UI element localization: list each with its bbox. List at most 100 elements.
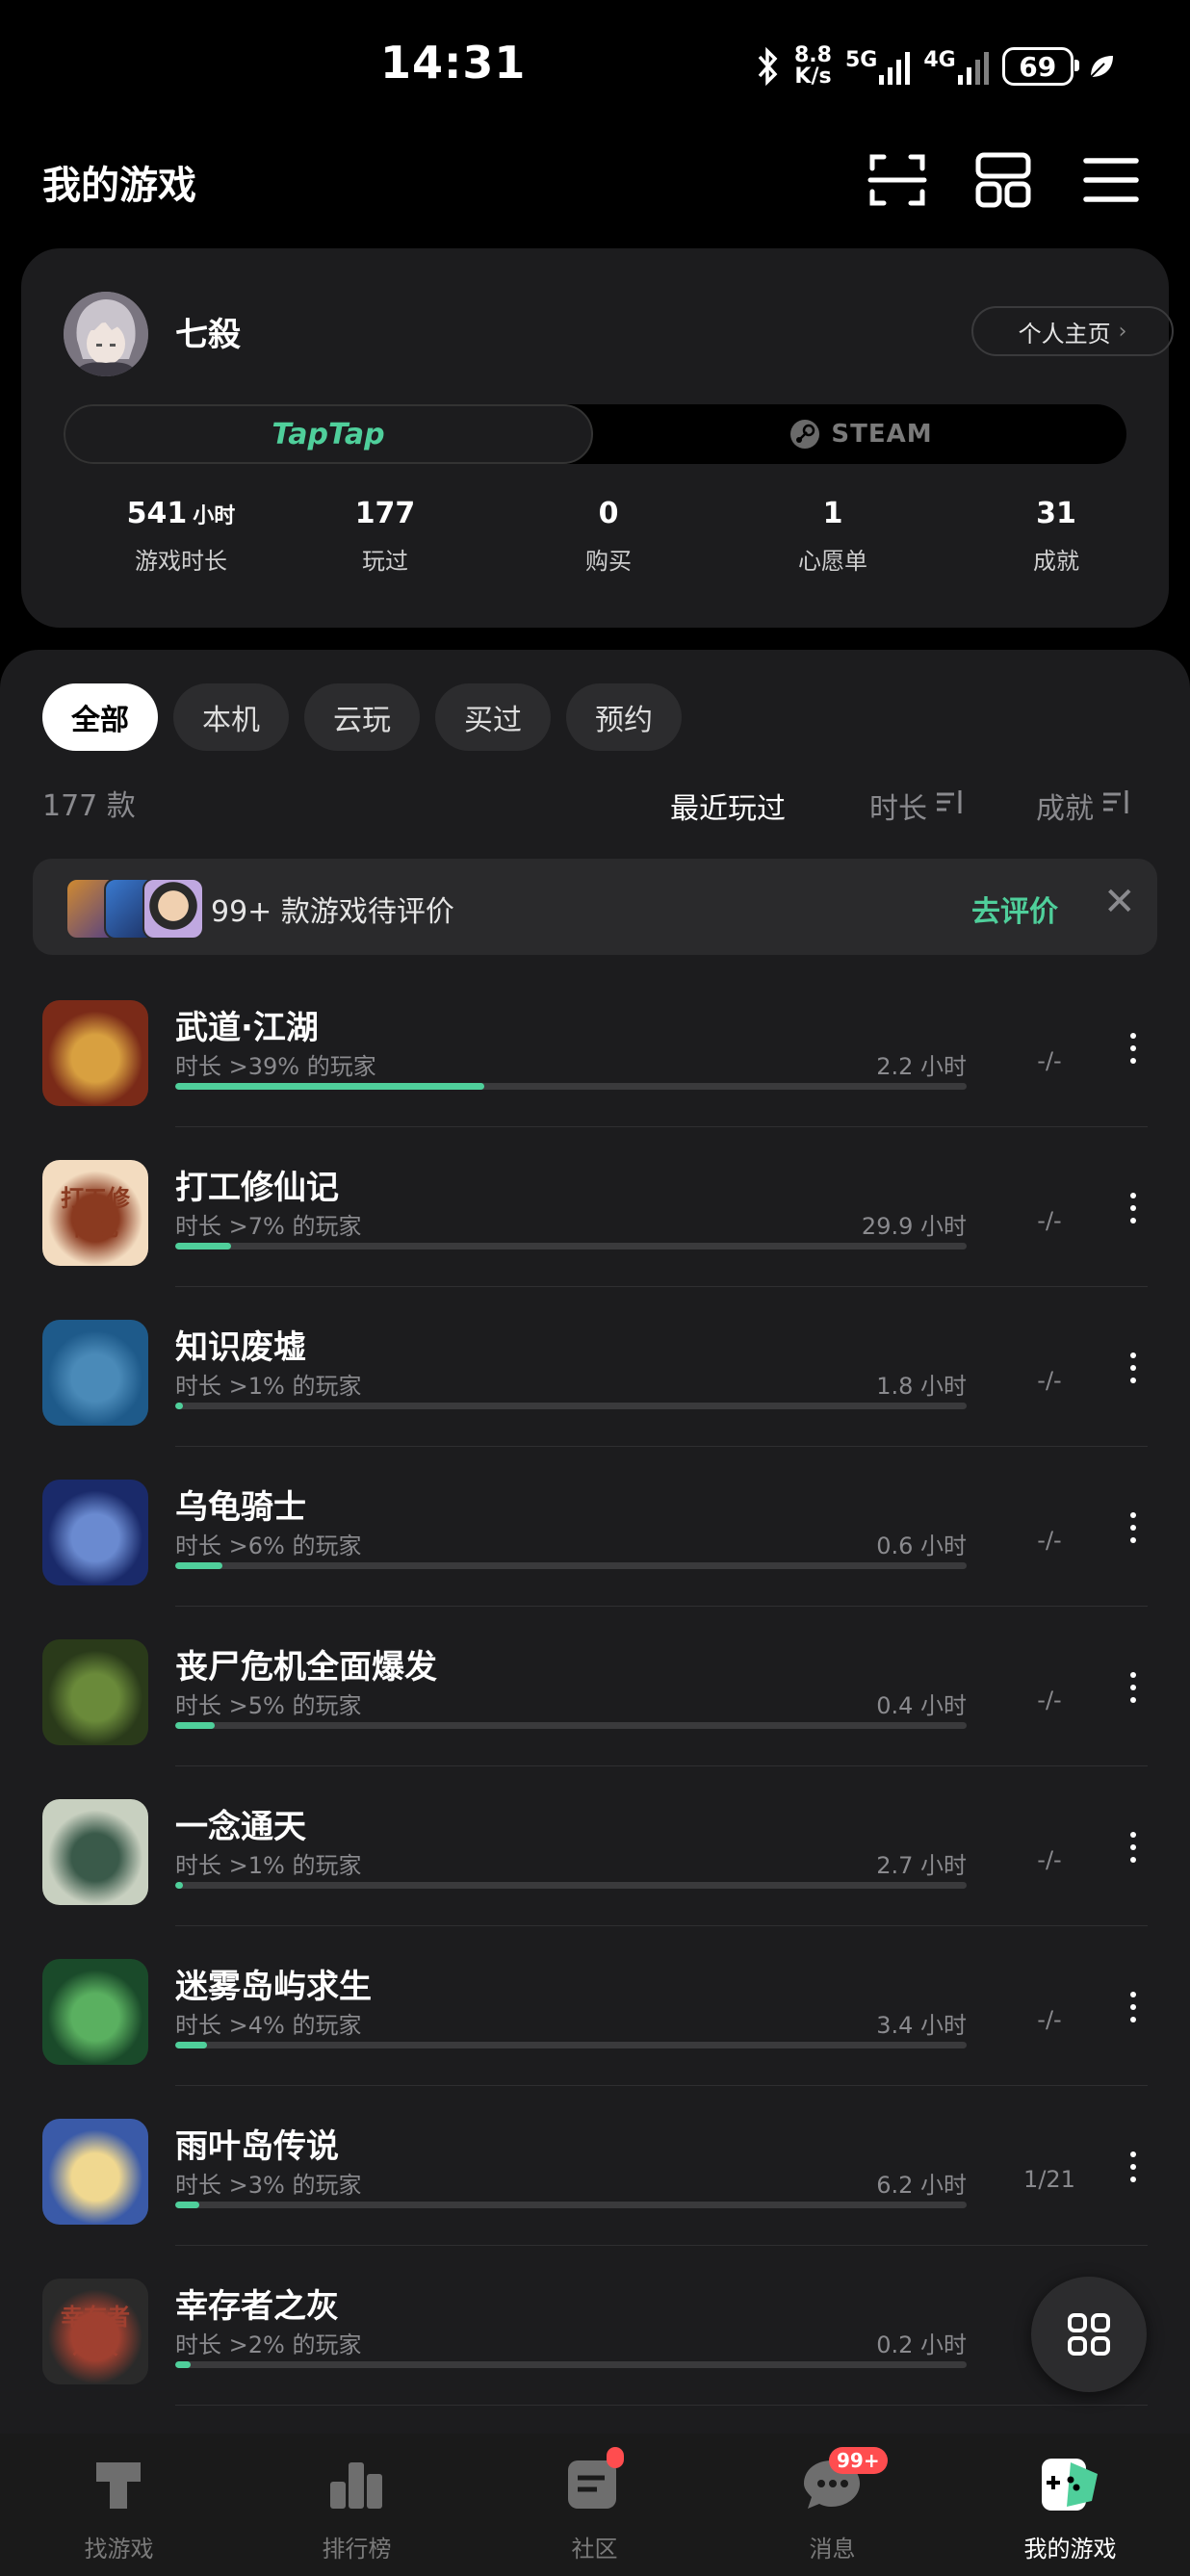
- steam-label: STEAM: [831, 420, 933, 449]
- game-achievements: -/-: [1037, 1207, 1062, 1234]
- nav-discover[interactable]: 找游戏: [0, 2434, 238, 2576]
- stat-purchased[interactable]: 0 购买: [512, 497, 705, 576]
- nav-ranking[interactable]: 排行榜: [238, 2434, 476, 2576]
- bluetooth-icon: [758, 47, 778, 86]
- tap-logo-icon: [96, 2462, 141, 2509]
- grid-layout-icon[interactable]: [972, 149, 1034, 211]
- game-playtime-rank: 时长 >2% 的玩家: [175, 2331, 362, 2358]
- game-achievements: 1/21: [1023, 2166, 1075, 2193]
- game-row[interactable]: 雨叶岛传说 时长 >3% 的玩家 6.2 小时 1/21: [0, 2086, 1190, 2246]
- ranking-icon: [330, 2462, 382, 2509]
- game-playtime-rank: 时长 >5% 的玩家: [175, 1692, 362, 1719]
- review-action-button[interactable]: 去评价: [971, 888, 1058, 930]
- more-options-icon[interactable]: [1126, 1992, 1140, 2030]
- game-icon[interactable]: 幸存者之灰: [42, 2279, 148, 2384]
- sort-recent[interactable]: 最近玩过: [670, 785, 786, 827]
- net-speed-value: 8.8: [794, 43, 832, 67]
- stat-playtime[interactable]: 541 小时 游戏时长: [85, 497, 277, 576]
- playtime-progress-bar: [175, 1083, 967, 1090]
- menu-icon[interactable]: [1080, 149, 1142, 211]
- avatar[interactable]: [64, 292, 148, 376]
- playtime-progress-fill: [175, 1562, 223, 1569]
- more-options-icon[interactable]: [1126, 1033, 1140, 1071]
- playtime-progress-bar: [175, 2042, 967, 2048]
- battery-icon: 69: [1001, 47, 1079, 86]
- bottom-nav: 找游戏 排行榜 社区 99+ 消息 我的游戏: [0, 2434, 1190, 2576]
- steam-icon: [790, 420, 820, 449]
- game-list-panel: 全部 本机 云玩 买过 预约 177 款 最近玩过 时长 成就 99+ 款游戏待…: [0, 650, 1190, 2576]
- sort-playtime[interactable]: 时长: [869, 785, 964, 827]
- game-icon[interactable]: [42, 1000, 148, 1106]
- game-row[interactable]: 乌龟骑士 时长 >6% 的玩家 0.6 小时 -/-: [0, 1447, 1190, 1607]
- review-banner[interactable]: 99+ 款游戏待评价 去评价 ✕: [33, 859, 1157, 955]
- grid-fab-button[interactable]: [1031, 2277, 1147, 2392]
- filter-chip-bought[interactable]: 买过: [435, 683, 551, 751]
- nav-label: 找游戏: [84, 2536, 154, 2563]
- game-hours: 2.2 小时: [876, 1053, 967, 1080]
- game-playtime-rank: 时长 >1% 的玩家: [175, 1852, 362, 1879]
- signal-icon: [957, 48, 989, 85]
- game-name: 武道·江湖: [175, 1009, 319, 1047]
- game-icon[interactable]: [42, 1959, 148, 2065]
- game-icon[interactable]: [42, 1480, 148, 1585]
- game-hours: 0.6 小时: [876, 1533, 967, 1559]
- game-row[interactable]: 打工修仙记 打工修仙记 时长 >7% 的玩家 29.9 小时 -/-: [0, 1127, 1190, 1287]
- game-row[interactable]: 迷雾岛屿求生 时长 >4% 的玩家 3.4 小时 -/-: [0, 1926, 1190, 2086]
- playtime-progress-fill: [175, 1243, 231, 1249]
- game-row[interactable]: 幸存者之灰 幸存者之灰 时长 >2% 的玩家 0.2 小时 -/-: [0, 2246, 1190, 2406]
- stat-played[interactable]: 177 玩过: [289, 497, 481, 576]
- notification-dot: [607, 2447, 624, 2468]
- game-icon[interactable]: [42, 1320, 148, 1426]
- profile-home-button[interactable]: 个人主页 ›: [971, 306, 1174, 356]
- scan-icon[interactable]: [867, 149, 928, 211]
- more-options-icon[interactable]: [1126, 1512, 1140, 1551]
- game-row[interactable]: 武道·江湖 时长 >39% 的玩家 2.2 小时 -/-: [0, 967, 1190, 1127]
- stat-label: 成就: [1033, 548, 1079, 575]
- close-icon[interactable]: ✕: [1103, 880, 1136, 924]
- profile-home-label: 个人主页: [1018, 320, 1111, 348]
- filter-chip-local[interactable]: 本机: [173, 683, 289, 751]
- game-icon[interactable]: [42, 1639, 148, 1745]
- review-text: 99+ 款游戏待评价: [211, 895, 454, 929]
- game-achievements: -/-: [1037, 1846, 1062, 1873]
- tab-steam[interactable]: STEAM: [595, 404, 1126, 464]
- stat-value: 31: [1036, 497, 1076, 530]
- playtime-progress-fill: [175, 2202, 199, 2208]
- stat-achievements[interactable]: 31 成就: [960, 497, 1152, 576]
- tab-taptap[interactable]: TapTap: [64, 404, 593, 464]
- game-icon[interactable]: [42, 1799, 148, 1905]
- game-icon[interactable]: 打工修仙记: [42, 1160, 148, 1266]
- platform-toggle: TapTap STEAM: [64, 404, 1126, 464]
- net-speed-unit: K/s: [794, 64, 832, 89]
- game-row[interactable]: 一念通天 时长 >1% 的玩家 2.7 小时 -/-: [0, 1766, 1190, 1926]
- stat-label: 购买: [585, 548, 632, 575]
- nav-community[interactable]: 社区: [476, 2434, 713, 2576]
- row-divider: [175, 2405, 1148, 2406]
- profile-card: 七殺 个人主页 › TapTap STEAM 541 小时 游戏时长 177 玩过…: [21, 248, 1174, 628]
- filter-chip-all[interactable]: 全部: [42, 683, 158, 751]
- game-row[interactable]: 丧尸危机全面爆发 时长 >5% 的玩家 0.4 小时 -/-: [0, 1607, 1190, 1766]
- more-options-icon[interactable]: [1126, 1193, 1140, 1231]
- playtime-progress-bar: [175, 2202, 967, 2208]
- game-name: 知识废墟: [175, 1328, 306, 1367]
- filter-chip-cloud[interactable]: 云玩: [304, 683, 420, 751]
- filter-chip-reserved[interactable]: 预约: [566, 683, 682, 751]
- more-options-icon[interactable]: [1126, 2151, 1140, 2190]
- sort-achievements[interactable]: 成就: [1036, 785, 1130, 827]
- message-badge: 99+: [829, 2447, 888, 2474]
- game-achievements: -/-: [1037, 1047, 1062, 1074]
- playtime-progress-fill: [175, 1083, 484, 1090]
- nav-messages[interactable]: 99+ 消息: [713, 2434, 951, 2576]
- game-count: 177 款: [42, 789, 136, 823]
- game-row[interactable]: 知识废墟 时长 >1% 的玩家 1.8 小时 -/-: [0, 1287, 1190, 1447]
- nav-my-games[interactable]: 我的游戏: [951, 2434, 1189, 2576]
- more-options-icon[interactable]: [1126, 1672, 1140, 1711]
- more-options-icon[interactable]: [1126, 1352, 1140, 1391]
- stat-label: 游戏时长: [135, 548, 227, 575]
- game-achievements: -/-: [1037, 1687, 1062, 1713]
- more-options-icon[interactable]: [1126, 1832, 1140, 1870]
- game-name: 迷雾岛屿求生: [175, 1968, 372, 2006]
- playtime-progress-bar: [175, 1243, 967, 1249]
- stat-wishlist[interactable]: 1 心愿单: [737, 497, 929, 576]
- game-icon[interactable]: [42, 2119, 148, 2225]
